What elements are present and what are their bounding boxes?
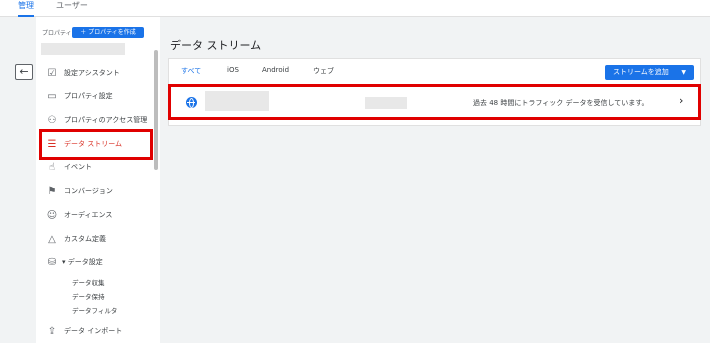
sidebar-item-data-settings[interactable]: ⛁ ▾ データ設定 (36, 250, 152, 274)
sidebar-subitem-data-filters[interactable]: データフィルタ (72, 305, 117, 315)
property-settings-icon: ▭ (47, 90, 57, 102)
sidebar-item-label: プロパティ設定 (64, 92, 113, 100)
sidebar-item-setup-assistant[interactable]: ☑ 設定アシスタント (36, 61, 152, 85)
add-stream-button[interactable]: ストリームを追加 ▼ (605, 65, 694, 80)
property-name-redacted (41, 43, 125, 55)
dropdown-caret-icon: ▼ (681, 69, 686, 76)
tab-web[interactable]: ウェブ (313, 66, 334, 76)
sidebar-item-label: オーディエンス (64, 211, 113, 219)
sidebar-subitem-data-retention[interactable]: データ保持 (72, 291, 105, 301)
globe-icon (186, 97, 197, 108)
sidebar-item-custom-definitions[interactable]: △ カスタム定義 (36, 227, 152, 251)
checkbox-icon: ☑ (47, 67, 57, 79)
back-arrow-icon[interactable]: ← (15, 64, 33, 80)
sidebar-item-label: イベント (64, 163, 92, 171)
top-bar: 管理 ユーザー (0, 0, 710, 17)
sidebar-item-label: カスタム定義 (64, 235, 106, 243)
sidebar-item-label-text: データ設定 (67, 258, 103, 266)
sidebar: プロパティ ＋ プロパティを作成 ☑ 設定アシスタント ▭ プロパティ設定 ⚇ … (36, 17, 160, 343)
shapes-icon: △ (48, 233, 56, 245)
database-icon: ⛁ (47, 256, 57, 268)
people-icon: ⚇ (47, 114, 57, 126)
highlight-box-data-streams (39, 129, 153, 160)
sidebar-item-data-import[interactable]: ⇪ データ インポート (36, 319, 152, 343)
sidebar-item-audiences[interactable]: ☺ オーディエンス (36, 203, 152, 227)
tab-android[interactable]: Android (262, 66, 289, 74)
add-stream-label: ストリームを追加 (613, 68, 669, 76)
tab-ios[interactable]: iOS (227, 66, 239, 74)
sidebar-item-label: 設定アシスタント (64, 69, 120, 77)
stream-row[interactable]: 過去 48 時間にトラフィック データを受信しています。 › (168, 84, 701, 120)
page-title: データ ストリーム (170, 39, 262, 52)
sidebar-scrollbar[interactable] (154, 50, 158, 170)
create-property-button[interactable]: ＋ プロパティを作成 (72, 27, 144, 38)
sidebar-item-conversions[interactable]: ⚑ コンバージョン (36, 179, 152, 203)
audience-icon: ☺ (46, 209, 58, 221)
stream-status-text: 過去 48 時間にトラフィック データを受信しています。 (473, 99, 649, 107)
stream-id-redacted (365, 97, 407, 109)
chevron-right-icon[interactable]: › (679, 94, 683, 107)
tab-all[interactable]: すべて (181, 66, 201, 76)
sidebar-item-label: プロパティのアクセス管理 (64, 116, 148, 124)
sidebar-item-label: データ インポート (64, 327, 123, 335)
sidebar-item-label: コンバージョン (64, 187, 113, 195)
stream-name-redacted (205, 91, 269, 111)
property-label: プロパティ (42, 30, 72, 37)
sidebar-item-label: ▾ データ設定 (62, 257, 103, 267)
sidebar-subitem-data-collection[interactable]: データ収集 (72, 277, 105, 287)
touch-icon: ☝ (48, 161, 56, 173)
sidebar-item-property-settings[interactable]: ▭ プロパティ設定 (36, 84, 152, 108)
tab-users[interactable]: ユーザー (56, 0, 88, 17)
expand-caret-icon: ▾ (62, 258, 66, 266)
tab-admin[interactable]: 管理 (18, 0, 34, 17)
upload-icon: ⇪ (47, 325, 57, 337)
flag-icon: ⚑ (47, 185, 57, 197)
